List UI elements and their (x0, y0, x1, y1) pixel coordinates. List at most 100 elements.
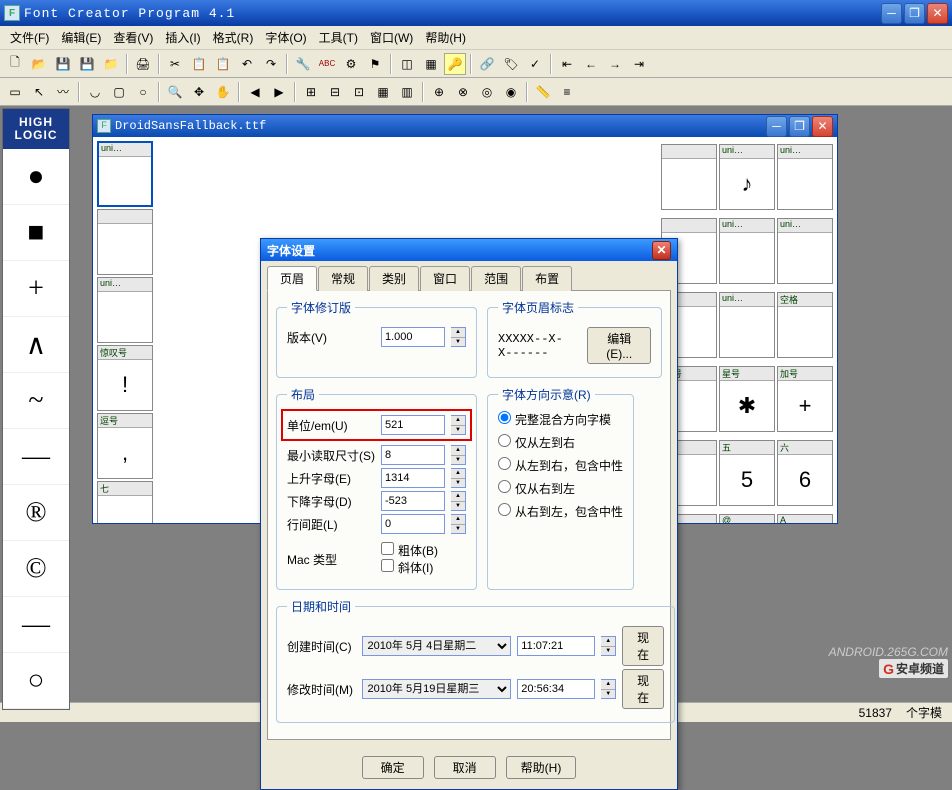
modified-date-select[interactable]: 2010年 5月19日星期三 (362, 679, 511, 699)
cancel-button[interactable]: 取消 (434, 756, 496, 779)
close-button[interactable]: ✕ (927, 3, 948, 24)
hand-icon[interactable]: ✋ (212, 81, 234, 103)
dialog-close-button[interactable]: ✕ (652, 241, 671, 260)
grid-icon[interactable]: ▦ (420, 53, 442, 75)
flag-icon[interactable]: ⚑ (364, 53, 386, 75)
snap4-icon[interactable]: ◉ (500, 81, 522, 103)
palette-glyph[interactable]: ○ (3, 653, 69, 709)
save-all-icon[interactable]: 💾 (76, 53, 98, 75)
abc-icon[interactable]: ABC (316, 53, 338, 75)
dir-radio-3[interactable] (498, 480, 511, 493)
nav-last-icon[interactable]: ⇥ (628, 53, 650, 75)
version-input[interactable] (381, 327, 445, 347)
glyph-cell[interactable]: 七 (97, 481, 153, 523)
print-icon[interactable]: 🖨 (132, 53, 154, 75)
select-rect-icon[interactable]: ▭ (4, 81, 26, 103)
window-icon[interactable]: ◫ (396, 53, 418, 75)
tool-icon[interactable]: 🔧 (292, 53, 314, 75)
copy-icon[interactable]: 📋 (188, 53, 210, 75)
nav-prev-icon[interactable]: ← (580, 53, 602, 75)
move-icon[interactable]: ✥ (188, 81, 210, 103)
edit-flags-button[interactable]: 编辑(E)... (587, 327, 651, 364)
tab-header[interactable]: 页眉 (267, 266, 317, 291)
glyph-cell[interactable]: 惊叹号! (97, 345, 153, 411)
back-icon[interactable]: ◀ (244, 81, 266, 103)
grid5-icon[interactable]: ▥ (396, 81, 418, 103)
units-spinner[interactable]: ▲▼ (451, 415, 466, 435)
select-point-icon[interactable]: ↖ (28, 81, 50, 103)
bold-checkbox[interactable] (381, 542, 394, 555)
doc-maximize-button[interactable]: ❐ (789, 116, 810, 137)
glyph-cell[interactable]: uni… (97, 277, 153, 343)
gear-icon[interactable]: ⚙ (340, 53, 362, 75)
forward-icon[interactable]: ▶ (268, 81, 290, 103)
palette-glyph[interactable]: ~ (3, 373, 69, 429)
modified-now-button[interactable]: 现在 (622, 669, 664, 709)
menu-help[interactable]: 帮助(H) (419, 27, 472, 48)
palette-glyph[interactable]: © (3, 541, 69, 597)
tab-window[interactable]: 窗口 (420, 266, 470, 291)
menu-window[interactable]: 窗口(W) (364, 27, 419, 48)
save-icon[interactable]: 💾 (52, 53, 74, 75)
created-time-input[interactable] (517, 636, 595, 656)
dir-radio-2[interactable] (498, 457, 511, 470)
help-button[interactable]: 帮助(H) (506, 756, 577, 779)
line-input[interactable] (381, 514, 445, 534)
created-time-spinner[interactable]: ▲▼ (601, 636, 616, 656)
nav-next-icon[interactable]: → (604, 53, 626, 75)
glyph-cell[interactable]: uni… (719, 218, 775, 284)
palette-glyph[interactable]: ® (3, 485, 69, 541)
dir-radio-4[interactable] (498, 503, 511, 516)
tag-icon[interactable]: 🏷 (500, 53, 522, 75)
palette-glyph[interactable]: ■ (3, 205, 69, 261)
key-icon[interactable]: 🔑 (444, 53, 466, 75)
glyph-cell[interactable]: uni… (777, 144, 833, 210)
menu-insert[interactable]: 插入(I) (159, 27, 206, 48)
doc-minimize-button[interactable]: ─ (766, 116, 787, 137)
doc-close-button[interactable]: ✕ (812, 116, 833, 137)
new-icon[interactable]: 🗋 (4, 53, 26, 75)
nav-first-icon[interactable]: ⇤ (556, 53, 578, 75)
menu-file[interactable]: 文件(F) (4, 27, 55, 48)
ok-button[interactable]: 确定 (362, 756, 424, 779)
asc-input[interactable] (381, 468, 445, 488)
palette-glyph[interactable]: ∧ (3, 317, 69, 373)
circle-icon[interactable]: ○ (132, 81, 154, 103)
undo-icon[interactable]: ↶ (236, 53, 258, 75)
menu-format[interactable]: 格式(R) (207, 27, 260, 48)
units-input[interactable] (381, 415, 445, 435)
grid4-icon[interactable]: ▦ (372, 81, 394, 103)
grid3-icon[interactable]: ⊡ (348, 81, 370, 103)
grid2-icon[interactable]: ⊟ (324, 81, 346, 103)
modified-time-input[interactable] (517, 679, 595, 699)
check-icon[interactable]: ✓ (524, 53, 546, 75)
min-input[interactable] (381, 445, 445, 465)
tab-category[interactable]: 类别 (369, 266, 419, 291)
tab-general[interactable]: 常规 (318, 266, 368, 291)
min-spinner[interactable]: ▲▼ (451, 445, 466, 465)
link-icon[interactable]: 🔗 (476, 53, 498, 75)
glyph-cell[interactable]: A (777, 514, 833, 523)
created-now-button[interactable]: 现在 (622, 626, 664, 666)
snap2-icon[interactable]: ⊗ (452, 81, 474, 103)
guides-icon[interactable]: ≡ (556, 81, 578, 103)
snap3-icon[interactable]: ◎ (476, 81, 498, 103)
version-spinner[interactable]: ▲▼ (451, 327, 466, 347)
palette-glyph[interactable]: — (3, 597, 69, 653)
modified-time-spinner[interactable]: ▲▼ (601, 679, 616, 699)
glyph-cell[interactable]: uni… (97, 141, 153, 207)
palette-glyph[interactable]: — (3, 429, 69, 485)
glyph-cell[interactable]: 逗号, (97, 413, 153, 479)
rect-icon[interactable]: ▢ (108, 81, 130, 103)
dir-radio-0[interactable] (498, 411, 511, 424)
glyph-cell[interactable] (97, 209, 153, 275)
glyph-cell[interactable]: uni… (777, 218, 833, 284)
glyph-cell[interactable]: 五5 (719, 440, 775, 506)
menu-view[interactable]: 查看(V) (107, 27, 159, 48)
palette-glyph[interactable]: + (3, 261, 69, 317)
zoom-icon[interactable]: 🔍 (164, 81, 186, 103)
dir-radio-1[interactable] (498, 434, 511, 447)
grid1-icon[interactable]: ⊞ (300, 81, 322, 103)
glyph-cell[interactable]: uni… (719, 292, 775, 358)
folder-icon[interactable]: 📁 (100, 53, 122, 75)
